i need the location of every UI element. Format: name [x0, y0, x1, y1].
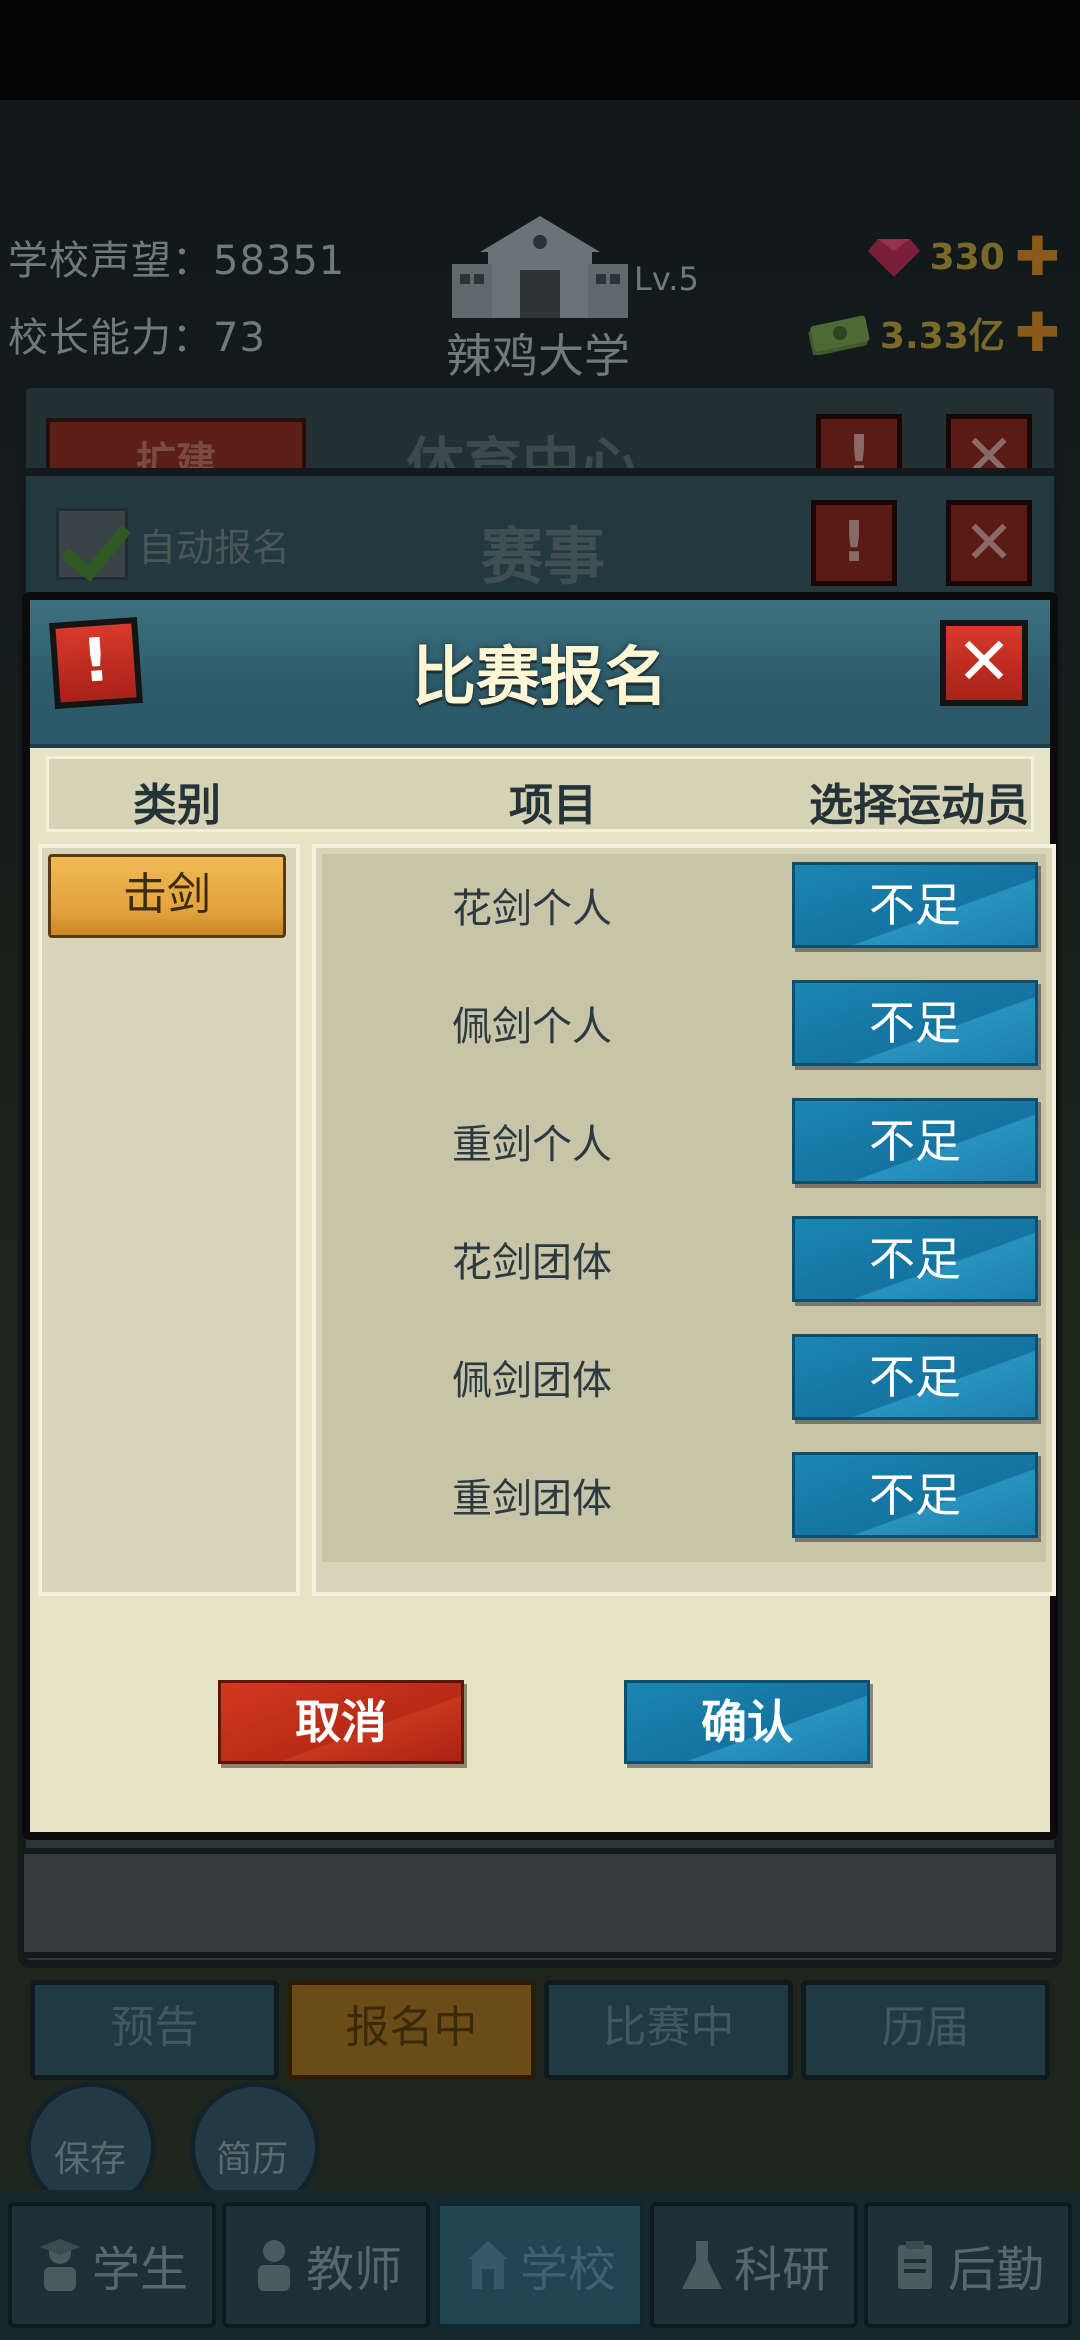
nav-teacher-label: 教师 [305, 2242, 402, 2298]
category-fencing[interactable]: 击剑 [48, 854, 286, 938]
add-money-icon[interactable]: ✚ [1015, 306, 1060, 360]
dialog-header: ! 比赛报名 ✕ [30, 600, 1050, 748]
tab-preview[interactable]: 预告 [30, 1980, 279, 2080]
nav-research-label: 科研 [733, 2242, 830, 2298]
list-item: 花剑个人 不足 [322, 854, 1046, 972]
dialog-title: 比赛报名 [412, 641, 668, 715]
item-name: 重剑个人 [452, 1122, 612, 1168]
cash-icon [808, 315, 870, 355]
nav-logistics-label: 后勤 [947, 2242, 1044, 2298]
principal-ability: 校长能力：73 [8, 315, 266, 361]
item-name: 重剑团体 [452, 1476, 612, 1522]
select-athlete-button[interactable]: 不足 [792, 862, 1038, 948]
select-athlete-button[interactable]: 不足 [792, 1452, 1038, 1538]
event-tabs: 预告 报名中 比赛中 历届 [30, 1980, 1050, 2080]
research-icon [681, 2241, 722, 2289]
list-item: 重剑个人 不足 [322, 1090, 1046, 1208]
add-gems-icon[interactable]: ✚ [1015, 230, 1060, 284]
item-name: 花剑团体 [452, 1240, 612, 1286]
logistics-icon [897, 2241, 932, 2289]
nav-school-label: 学校 [519, 2242, 616, 2298]
school-building-icon[interactable] [450, 212, 630, 322]
tab-signup[interactable]: 报名中 [287, 1980, 536, 2080]
tab-in-progress[interactable]: 比赛中 [544, 1980, 793, 2080]
events-footer [18, 1848, 1062, 1958]
confirm-button[interactable]: 确认 [624, 1680, 870, 1764]
school-icon [467, 2241, 508, 2289]
close-icon[interactable]: ✕ [940, 620, 1028, 706]
game-screen: 学校声望：58351 校长能力：73 Lv.5 辣鸡大学 330 ✚ 3.33亿… [0, 0, 1080, 2340]
category-column-header: 类别 [133, 780, 221, 831]
nav-teacher[interactable]: 教师 [222, 2202, 430, 2328]
item-name: 花剑个人 [452, 886, 612, 932]
save-label: 保存 [54, 2139, 127, 2180]
nav-student[interactable]: 学生 [8, 2202, 216, 2328]
select-athlete-button[interactable]: 不足 [792, 980, 1038, 1066]
events-header: 自动报名 赛事 ! ✕ [26, 476, 1054, 606]
school-reputation: 学校声望：58351 [8, 238, 346, 284]
select-athlete-button[interactable]: 不足 [792, 1098, 1038, 1184]
list-item: 佩剑团体 不足 [322, 1326, 1046, 1444]
events-close-icon[interactable]: ✕ [946, 500, 1032, 586]
select-athlete-button[interactable]: 不足 [792, 1334, 1038, 1420]
list-item: 花剑团体 不足 [322, 1208, 1046, 1326]
item-list: 花剑个人 不足 佩剑个人 不足 重剑个人 不足 花剑团体 不足 佩剑团体 不足 … [312, 844, 1056, 1596]
auto-signup-label: 自动报名 [138, 525, 291, 570]
checkmark-icon[interactable] [56, 508, 128, 580]
list-item: 佩剑个人 不足 [322, 972, 1046, 1090]
nav-research[interactable]: 科研 [650, 2202, 858, 2328]
list-item: 重剑团体 不足 [322, 1444, 1046, 1562]
bottom-nav: 学生 教师 学校 科研 后勤 [0, 2190, 1080, 2340]
money-amount: 3.33亿 [879, 316, 1005, 357]
item-name: 佩剑个人 [452, 1004, 612, 1050]
athlete-column-header: 选择运动员 [809, 780, 1029, 831]
auto-signup-toggle[interactable]: 自动报名 [56, 508, 290, 580]
school-level: Lv.5 [634, 260, 699, 298]
select-athlete-button[interactable]: 不足 [792, 1216, 1038, 1302]
item-column-header: 项目 [509, 780, 597, 831]
nav-school[interactable]: 学校 [436, 2202, 644, 2328]
gem-count: 330 [929, 236, 1005, 278]
gem-counter: 330 ✚ [867, 230, 1060, 284]
resume-label: 简历 [216, 2139, 289, 2180]
nav-logistics[interactable]: 后勤 [864, 2202, 1072, 2328]
school-name: 辣鸡大学 [446, 329, 630, 383]
top-hud: 学校声望：58351 校长能力：73 Lv.5 辣鸡大学 330 ✚ 3.33亿… [0, 200, 1080, 383]
category-list: 击剑 [38, 844, 300, 1596]
nav-student-label: 学生 [91, 2242, 188, 2298]
events-title: 赛事 [481, 520, 606, 593]
gem-icon [867, 239, 920, 277]
student-icon [39, 2239, 80, 2291]
teacher-icon [257, 2240, 290, 2291]
events-alert-icon[interactable]: ! [811, 500, 897, 586]
status-bar [0, 0, 1080, 100]
item-name: 佩剑团体 [452, 1358, 612, 1404]
tab-history[interactable]: 历届 [801, 1980, 1050, 2080]
cancel-button[interactable]: 取消 [218, 1680, 464, 1764]
signup-dialog: ! 比赛报名 ✕ 类别 项目 选择运动员 击剑 花剑个人 不足 佩剑个人 不足 [22, 592, 1058, 1840]
column-header: 类别 项目 选择运动员 [46, 756, 1034, 832]
item-list-inner: 花剑个人 不足 佩剑个人 不足 重剑个人 不足 花剑团体 不足 佩剑团体 不足 … [322, 854, 1046, 1562]
money-counter: 3.33亿 ✚ [806, 306, 1060, 360]
